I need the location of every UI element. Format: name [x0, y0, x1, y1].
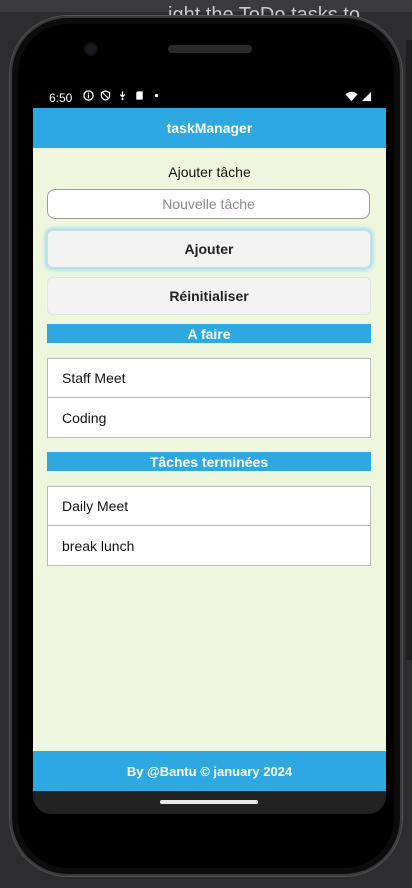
add-button-label: Ajouter [184, 241, 234, 257]
list-item-label: Coding [62, 409, 107, 426]
add-button[interactable]: Ajouter [47, 230, 371, 268]
status-icons [83, 90, 162, 101]
front-camera [86, 44, 96, 54]
done-item-daily-meet[interactable]: Daily Meet [48, 487, 370, 526]
app-title: taskManager [166, 120, 253, 136]
download-icon [119, 91, 126, 101]
todo-list: Staff Meet Coding [47, 358, 371, 438]
list-item-label: Daily Meet [62, 498, 129, 514]
list-item-label: Staff Meet [62, 370, 126, 386]
add-task-heading: Ajouter tâche [168, 164, 251, 180]
todo-item-coding[interactable]: Coding [48, 398, 370, 437]
app-bar: taskManager [33, 108, 386, 148]
main-content: Ajouter tâche Ajouter Réinitialiser A fa… [33, 148, 386, 751]
shield-icon [100, 90, 111, 101]
list-item-label: break lunch [62, 537, 135, 554]
home-indicator[interactable] [160, 800, 258, 804]
done-header-label: Tâches terminées [149, 453, 269, 470]
done-item-break-lunch[interactable]: break lunch [48, 526, 370, 565]
reset-button-label: Réinitialiser [169, 288, 249, 304]
cell-signal-icon [361, 91, 372, 102]
sd-card-icon [136, 91, 143, 100]
wifi-icon [345, 91, 358, 102]
earpiece-speaker [168, 45, 252, 53]
new-task-input[interactable] [47, 189, 370, 219]
device-screen: 6:50 taskManager Ajouter tâche Nouvelle … [33, 86, 386, 814]
todo-item-staff-meet[interactable]: Staff Meet [48, 359, 370, 398]
footer: By @Bantu © january 2024 [33, 751, 386, 791]
backdrop-panel [406, 40, 412, 660]
todo-header: A faire [47, 324, 371, 343]
done-list: Daily Meet break lunch [47, 486, 371, 566]
reset-button[interactable]: Réinitialiser [47, 277, 371, 315]
status-time: 6:50 [49, 91, 73, 105]
info-icon [83, 90, 94, 101]
footer-text: By @Bantu © january 2024 [126, 763, 293, 779]
done-header: Tâches terminées [47, 452, 371, 471]
todo-header-label: A faire [187, 325, 231, 342]
navigation-bar [33, 791, 386, 814]
status-right-icons [345, 91, 372, 102]
notification-dot-icon [154, 93, 159, 98]
status-bar: 6:50 [33, 86, 386, 108]
